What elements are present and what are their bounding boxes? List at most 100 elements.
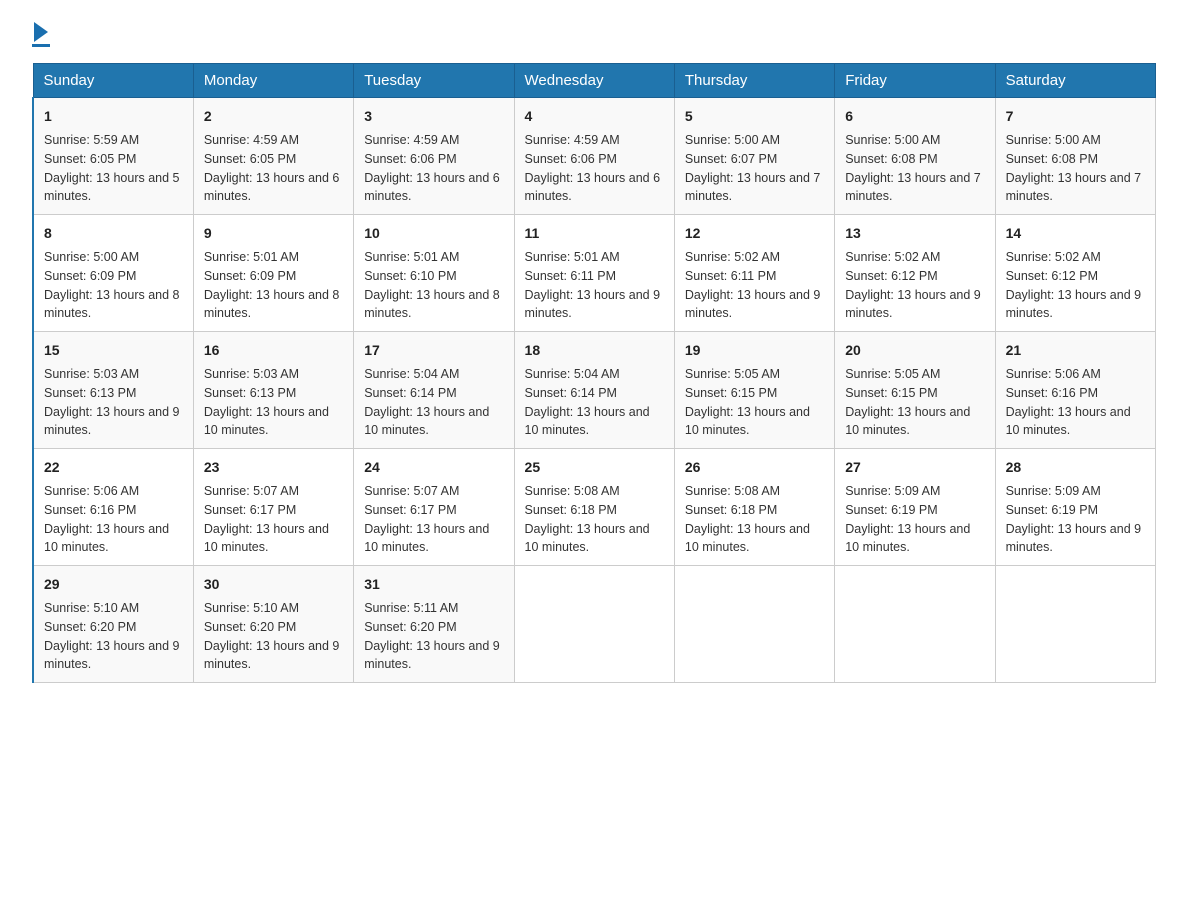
calendar-cell: 18Sunrise: 5:04 AMSunset: 6:14 PMDayligh…	[514, 332, 674, 449]
day-number: 21	[1006, 340, 1145, 361]
calendar-cell: 26Sunrise: 5:08 AMSunset: 6:18 PMDayligh…	[674, 449, 834, 566]
calendar-cell: 11Sunrise: 5:01 AMSunset: 6:11 PMDayligh…	[514, 215, 674, 332]
calendar-cell: 4Sunrise: 4:59 AMSunset: 6:06 PMDaylight…	[514, 98, 674, 215]
sunrise-text: Sunrise: 5:11 AM	[364, 601, 458, 615]
sunset-text: Sunset: 6:19 PM	[845, 503, 937, 517]
day-number: 1	[44, 106, 183, 127]
sunrise-text: Sunrise: 5:04 AM	[525, 367, 620, 381]
day-number: 5	[685, 106, 824, 127]
sunset-text: Sunset: 6:15 PM	[845, 386, 937, 400]
daylight-text: Daylight: 13 hours and 10 minutes.	[525, 405, 650, 438]
sunset-text: Sunset: 6:13 PM	[44, 386, 136, 400]
day-number: 19	[685, 340, 824, 361]
calendar-week-3: 15 Sunrise: 5:03 AM Sunset: 6:13 PM Dayligh…	[33, 332, 1156, 449]
daylight-text: Daylight: 13 hours and 6 minutes.	[204, 171, 340, 204]
sunrise-text: Sunrise: 5:01 AM	[364, 250, 459, 264]
sunrise-text: Sunrise: 5:00 AM	[685, 133, 780, 147]
sunset-text: Sunset: 6:11 PM	[525, 269, 617, 283]
sunrise-text: Sunrise: 4:59 AM	[204, 133, 299, 147]
daylight-text: Daylight: 13 hours and 5 minutes.	[44, 171, 180, 204]
daylight-text: Daylight: 13 hours and 9 minutes.	[204, 639, 340, 672]
day-number: 14	[1006, 223, 1145, 244]
calendar-cell: 19Sunrise: 5:05 AMSunset: 6:15 PMDayligh…	[674, 332, 834, 449]
daylight-text: Daylight: 13 hours and 10 minutes.	[685, 522, 810, 555]
calendar-cell: 13Sunrise: 5:02 AMSunset: 6:12 PMDayligh…	[835, 215, 995, 332]
sunset-text: Sunset: 6:11 PM	[685, 269, 777, 283]
header-thursday: Thursday	[674, 64, 834, 98]
sunrise-text: Sunrise: 5:04 AM	[364, 367, 459, 381]
page-header	[32, 24, 1156, 47]
calendar-week-5: 29Sunrise: 5:10 AMSunset: 6:20 PMDayligh…	[33, 566, 1156, 683]
calendar-cell: 31Sunrise: 5:11 AMSunset: 6:20 PMDayligh…	[354, 566, 514, 683]
sunset-text: Sunset: 6:20 PM	[44, 620, 136, 634]
calendar-table: SundayMondayTuesdayWednesdayThursdayFrid…	[32, 63, 1156, 683]
calendar-cell: 21Sunrise: 5:06 AMSunset: 6:16 PMDayligh…	[995, 332, 1155, 449]
sunrise-text: Sunrise: 5:07 AM	[204, 484, 299, 498]
day-number: 22	[44, 457, 183, 478]
daylight-text: Daylight: 13 hours and 6 minutes.	[364, 171, 500, 204]
daylight-text: Daylight: 13 hours and 9 minutes.	[845, 288, 981, 321]
sunset-text: Sunset: 6:10 PM	[364, 269, 456, 283]
day-number: 4	[525, 106, 664, 127]
day-number: 7	[1006, 106, 1145, 127]
sunrise-text: Sunrise: 5:03 AM	[204, 367, 299, 381]
day-number: 15	[44, 340, 183, 361]
day-number: 30	[204, 574, 343, 595]
sunrise-text: Sunrise: 5:02 AM	[845, 250, 940, 264]
day-number: 31	[364, 574, 503, 595]
calendar-header-row: SundayMondayTuesdayWednesdayThursdayFrid…	[33, 64, 1156, 98]
sunset-text: Sunset: 6:20 PM	[364, 620, 456, 634]
daylight-text: Daylight: 13 hours and 10 minutes.	[204, 405, 329, 438]
day-number: 27	[845, 457, 984, 478]
calendar-cell	[674, 566, 834, 683]
logo-underline	[32, 44, 50, 47]
daylight-text: Daylight: 13 hours and 10 minutes.	[845, 405, 970, 438]
sunset-text: Sunset: 6:05 PM	[44, 152, 136, 166]
day-number: 13	[845, 223, 984, 244]
day-number: 18	[525, 340, 664, 361]
sunset-text: Sunset: 6:20 PM	[204, 620, 296, 634]
daylight-text: Daylight: 13 hours and 10 minutes.	[1006, 405, 1131, 438]
calendar-cell: 20Sunrise: 5:05 AMSunset: 6:15 PMDayligh…	[835, 332, 995, 449]
day-number: 9	[204, 223, 343, 244]
sunset-text: Sunset: 6:18 PM	[525, 503, 617, 517]
day-number: 16	[204, 340, 343, 361]
daylight-text: Daylight: 13 hours and 7 minutes.	[685, 171, 821, 204]
sunrise-text: Sunrise: 5:05 AM	[685, 367, 780, 381]
calendar-cell: 15 Sunrise: 5:03 AM Sunset: 6:13 PM Dayligh…	[33, 332, 193, 449]
daylight-text: Daylight: 13 hours and 10 minutes.	[204, 522, 329, 555]
sunset-text: Sunset: 6:13 PM	[204, 386, 296, 400]
sunrise-text: Sunrise: 5:01 AM	[525, 250, 620, 264]
sunrise-text: Sunrise: 4:59 AM	[525, 133, 620, 147]
sunrise-text: Sunrise: 5:07 AM	[364, 484, 459, 498]
sunset-text: Sunset: 6:15 PM	[685, 386, 777, 400]
day-number: 2	[204, 106, 343, 127]
calendar-cell: 29Sunrise: 5:10 AMSunset: 6:20 PMDayligh…	[33, 566, 193, 683]
sunrise-text: Sunrise: 5:03 AM	[44, 367, 139, 381]
day-number: 11	[525, 223, 664, 244]
calendar-week-2: 8Sunrise: 5:00 AMSunset: 6:09 PMDaylight…	[33, 215, 1156, 332]
daylight-text: Daylight: 13 hours and 8 minutes.	[364, 288, 500, 321]
daylight-text: Daylight: 13 hours and 9 minutes.	[44, 405, 180, 438]
sunrise-text: Sunrise: 5:09 AM	[845, 484, 940, 498]
calendar-cell: 7Sunrise: 5:00 AMSunset: 6:08 PMDaylight…	[995, 98, 1155, 215]
day-number: 17	[364, 340, 503, 361]
calendar-cell: 14Sunrise: 5:02 AMSunset: 6:12 PMDayligh…	[995, 215, 1155, 332]
sunrise-text: Sunrise: 5:02 AM	[1006, 250, 1101, 264]
calendar-cell	[514, 566, 674, 683]
sunset-text: Sunset: 6:09 PM	[44, 269, 136, 283]
sunrise-text: Sunrise: 5:00 AM	[44, 250, 139, 264]
calendar-cell	[835, 566, 995, 683]
sunset-text: Sunset: 6:05 PM	[204, 152, 296, 166]
sunrise-text: Sunrise: 5:09 AM	[1006, 484, 1101, 498]
sunrise-text: Sunrise: 5:05 AM	[845, 367, 940, 381]
daylight-text: Daylight: 13 hours and 9 minutes.	[1006, 288, 1142, 321]
daylight-text: Daylight: 13 hours and 9 minutes.	[1006, 522, 1142, 555]
sunrise-text: Sunrise: 5:08 AM	[525, 484, 620, 498]
sunset-text: Sunset: 6:09 PM	[204, 269, 296, 283]
daylight-text: Daylight: 13 hours and 7 minutes.	[845, 171, 981, 204]
calendar-cell	[995, 566, 1155, 683]
calendar-cell: 25Sunrise: 5:08 AMSunset: 6:18 PMDayligh…	[514, 449, 674, 566]
calendar-cell: 10Sunrise: 5:01 AMSunset: 6:10 PMDayligh…	[354, 215, 514, 332]
header-friday: Friday	[835, 64, 995, 98]
